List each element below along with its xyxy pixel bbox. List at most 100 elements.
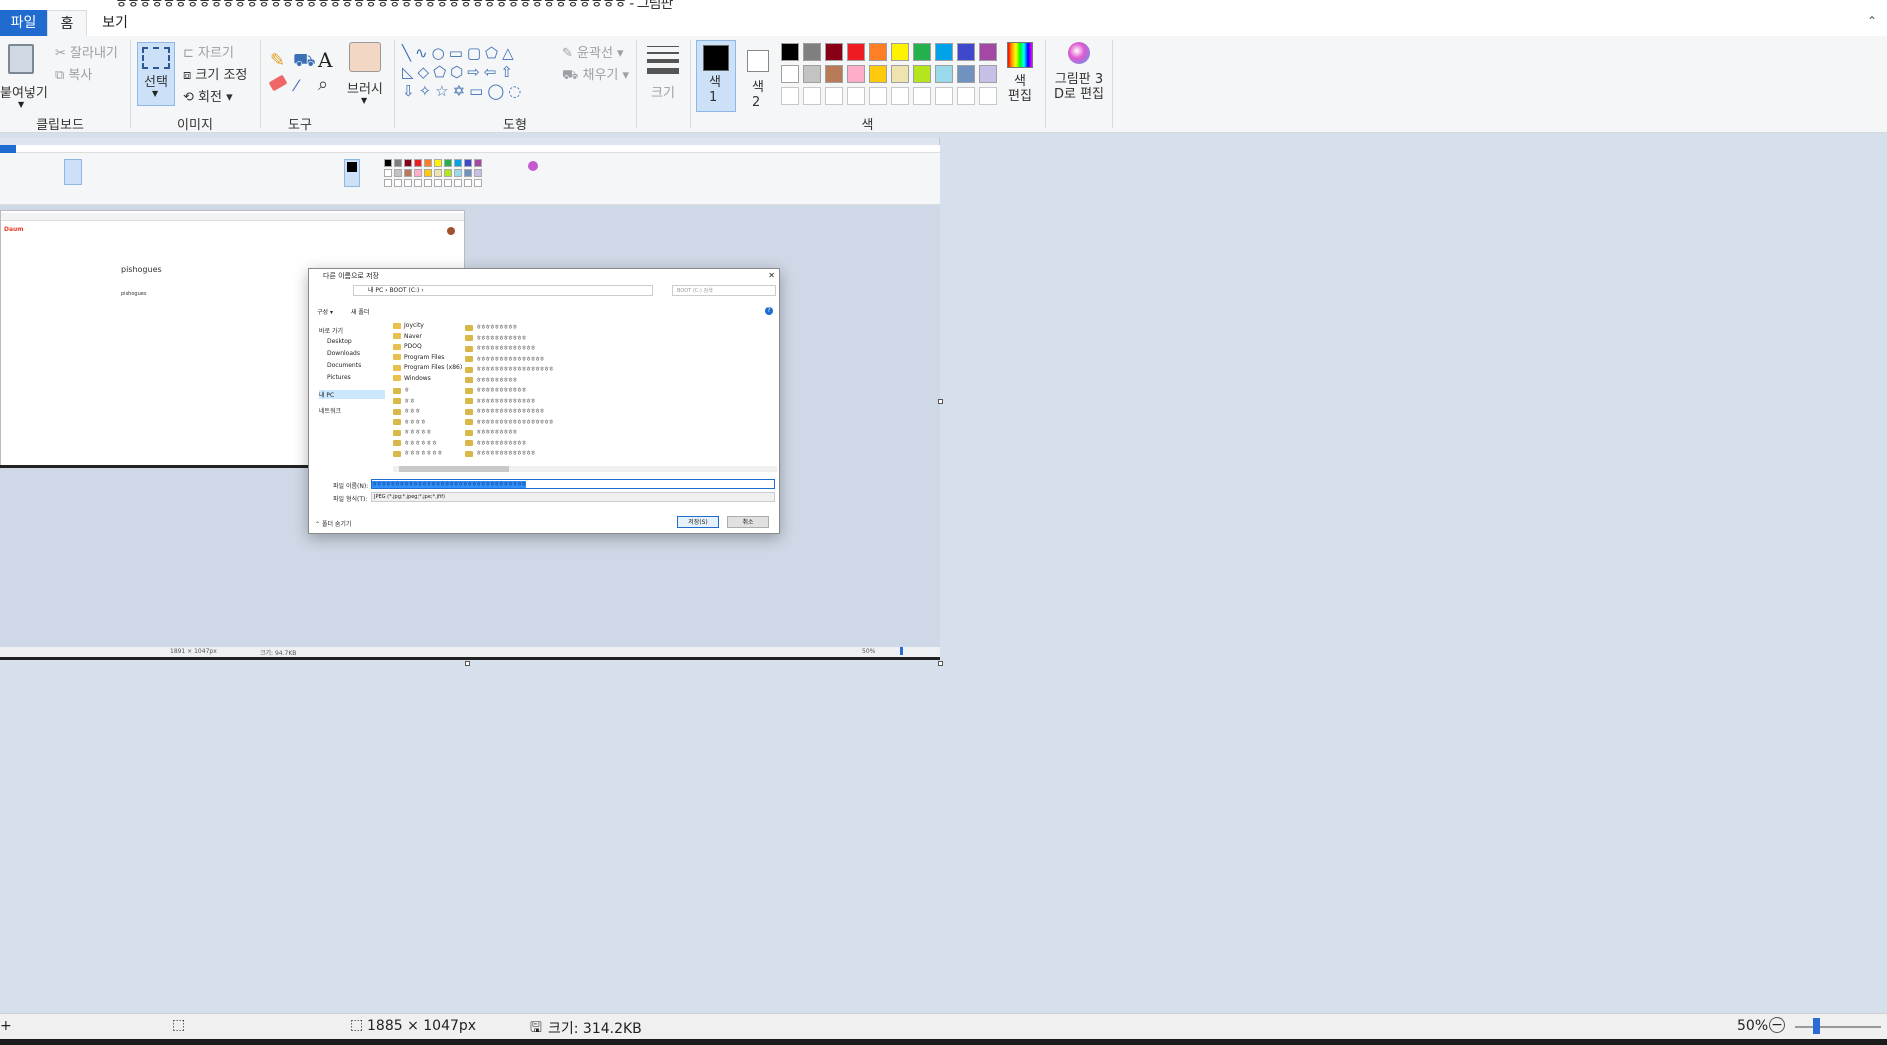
canvas-resize-handle-right[interactable] (938, 399, 943, 404)
color-swatch[interactable] (913, 87, 931, 105)
line-size-icon (647, 46, 679, 74)
canvas-resize-handle-bottom[interactable] (465, 661, 470, 666)
color-picker-icon[interactable]: ⁄ (295, 76, 298, 95)
color-swatch[interactable] (957, 43, 975, 61)
folder-icon (393, 343, 401, 350)
fill-bucket-icon[interactable]: ⛟ (293, 50, 316, 74)
color-swatch[interactable] (891, 87, 909, 105)
folder-icon (393, 333, 401, 339)
size-button[interactable]: 크기 (645, 42, 681, 102)
color-swatch[interactable] (781, 87, 799, 105)
color-swatch[interactable] (913, 65, 931, 83)
color-swatch[interactable] (957, 65, 975, 83)
color-swatch[interactable] (913, 43, 931, 61)
avatar (447, 227, 455, 235)
zoom-out-button[interactable]: − (1769, 1017, 1785, 1033)
edit-colors-label: 색 편집 (1008, 74, 1032, 104)
nav-documents: Documents (327, 362, 362, 369)
color-swatch[interactable] (869, 43, 887, 61)
inner-color-swatch (434, 169, 442, 177)
fill-button[interactable]: ⛟ 채우기 ▾ (562, 64, 629, 85)
select-button[interactable]: 선택 ▼ (137, 42, 175, 106)
folder-name: Joycity (404, 322, 424, 329)
color-swatch[interactable] (781, 65, 799, 83)
color-swatch[interactable] (847, 65, 865, 83)
copy-button[interactable]: ⧉ 복사 (55, 64, 92, 83)
rotate-button[interactable]: ⟲ 회전 ▾ (183, 86, 233, 105)
color-swatch[interactable] (803, 87, 821, 105)
color-swatch[interactable] (891, 65, 909, 83)
nav-this-pc: 내 PC (319, 390, 385, 399)
image-file-icon (465, 398, 473, 404)
eraser-icon[interactable] (268, 74, 288, 92)
crop-icon: ⊏ (183, 46, 199, 61)
image-file-icon (465, 356, 473, 362)
color-swatch[interactable] (935, 43, 953, 61)
inner-color-swatch (444, 169, 452, 177)
color1-button[interactable]: 색 1 (696, 40, 736, 112)
inner-color-swatch (454, 159, 462, 167)
edit-colors-button[interactable]: 색 편집 (1004, 42, 1036, 112)
color-swatch[interactable] (869, 87, 887, 105)
color-swatch[interactable] (803, 43, 821, 61)
paint3d-label: 그림판 3 D로 편집 (1053, 72, 1105, 102)
file-item: ㅎㅎㅎㅎㅎㅎㅎㅎㅎㅎㅎㅎㅎㅎㅎ (465, 354, 545, 363)
copy-icon: ⧉ (55, 68, 69, 83)
dialog-file-list: Joycity Naver PDOQ Program Files Program Fil… (393, 322, 777, 472)
color-swatch[interactable] (979, 87, 997, 105)
shapes-gallery[interactable]: ╲∿○▭▢⬠△ ◺◇⬠⬡⇨⇦⇧ ⇩✧☆✡▭◯◌ (402, 44, 550, 102)
color-swatch[interactable] (825, 87, 843, 105)
color-swatch[interactable] (781, 43, 799, 61)
save-as-dialog: 다른 이름으로 저장 ✕ 내 PC › BOOT (C:) › BOOT (C:… (308, 268, 780, 534)
cut-button[interactable]: ✂ 잘라내기 (55, 42, 118, 61)
browser-address-bar (1, 213, 464, 221)
magnifier-icon[interactable]: ⌕ (318, 74, 328, 95)
crop-button[interactable]: ⊏ 자르기 (183, 42, 234, 61)
hide-folders-button: ⌃ 폴더 숨기기 (315, 521, 352, 528)
color-swatch[interactable] (957, 87, 975, 105)
tab-home[interactable]: 홈 (47, 10, 87, 36)
color-swatch[interactable] (935, 65, 953, 83)
folder-icon (393, 364, 401, 371)
file-size: 크기: 314.2KB (548, 1021, 642, 1037)
resize-button[interactable]: ⧈ 크기 조정 (183, 64, 247, 83)
outline-button[interactable]: ✎ 윤곽선 ▾ (562, 42, 624, 61)
folder-name: Program Files (x86) (404, 364, 463, 371)
color-swatch[interactable] (847, 43, 865, 61)
color2-button[interactable]: 색 2 (742, 40, 776, 112)
text-tool-icon[interactable]: A (318, 48, 332, 72)
color-swatch[interactable] (935, 87, 953, 105)
tab-file[interactable]: 파일 (0, 10, 47, 36)
color-swatch[interactable] (803, 65, 821, 83)
paint3d-button[interactable]: 그림판 3 D로 편집 (1052, 40, 1106, 114)
taskbar (0, 1039, 1887, 1045)
paste-button[interactable]: 붙여넣기 ▼ (0, 42, 48, 116)
inner-zoom: 50% (862, 648, 876, 655)
menu-bar: 파일 홈 보기 ⌃ (0, 10, 1887, 36)
color-swatch[interactable] (979, 65, 997, 83)
rainbow-icon (1007, 42, 1033, 68)
folder-item: Program Files (393, 354, 444, 361)
outline-icon: ✎ (562, 46, 578, 61)
image-file-icon (465, 335, 473, 341)
color-swatch[interactable] (825, 43, 843, 61)
color-swatch[interactable] (979, 43, 997, 61)
file-item: ㅎㅎㅎㅎㅎㅎㅎㅎㅎ (465, 375, 518, 384)
color-swatch[interactable] (869, 65, 887, 83)
filetype-select: JPEG (*.jpg;*.jpeg;*.jpe;*.jfif) (371, 492, 775, 502)
color-swatch[interactable] (847, 87, 865, 105)
tab-view[interactable]: 보기 (95, 10, 135, 36)
close-icon: ✕ (768, 271, 775, 280)
collapse-ribbon-icon[interactable]: ⌃ (1867, 14, 1877, 28)
color-swatch[interactable] (891, 43, 909, 61)
inner-taskbar-strip (0, 657, 940, 660)
zoom-slider-track[interactable] (1795, 1026, 1881, 1028)
pencil-icon[interactable]: ✎ (270, 50, 285, 71)
inner-dimensions: 1891 × 1047px (170, 648, 217, 655)
color-swatch[interactable] (825, 65, 843, 83)
folder-name: Naver (404, 332, 422, 340)
brushes-button[interactable]: 브러시 ▼ (345, 40, 385, 110)
canvas-resize-handle-corner[interactable] (938, 661, 943, 666)
divider (130, 40, 131, 128)
zoom-slider-thumb[interactable] (1813, 1018, 1820, 1034)
